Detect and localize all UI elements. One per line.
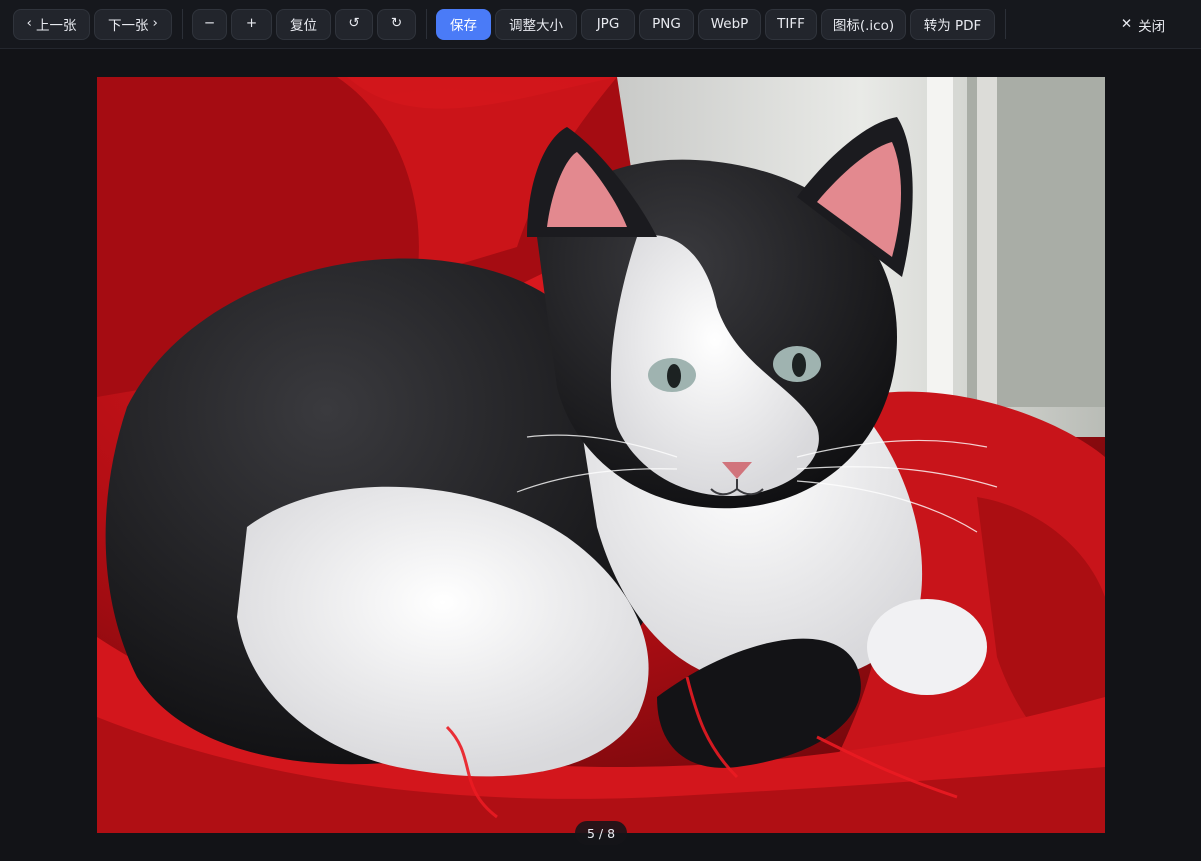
save-label: 保存 [450, 18, 477, 34]
resize-label: 调整大小 [509, 18, 563, 34]
toolbar-divider [1005, 9, 1006, 39]
cat-photo-illustration [97, 77, 1105, 833]
rotate-left-button[interactable]: ↺ [335, 8, 373, 40]
image-viewer-stage: 5 / 8 [0, 50, 1201, 861]
convert-jpg-button[interactable]: JPG [581, 8, 635, 40]
convert-tiff-label: TIFF [777, 16, 805, 32]
plus-icon: + [245, 15, 258, 32]
rotate-right-button[interactable]: ↻ [377, 8, 416, 40]
toolbar: ‹ 上一张 下一张 › − + 复位 ↺ ↻ 保存 调整大小 JPG PNG W… [0, 0, 1201, 49]
zoom-out-button[interactable]: − [192, 8, 227, 40]
close-icon: ✕ [1120, 15, 1133, 32]
rotate-right-icon: ↻ [390, 15, 403, 32]
zoom-in-button[interactable]: + [231, 8, 272, 40]
close-label: 关闭 [1138, 18, 1166, 35]
convert-webp-button[interactable]: WebP [698, 8, 761, 40]
minus-icon: − [203, 15, 216, 32]
chevron-left-icon: ‹ [26, 15, 32, 32]
save-button[interactable]: 保存 [436, 8, 491, 40]
convert-webp-label: WebP [710, 16, 749, 32]
chevron-right-icon: › [152, 15, 158, 32]
next-image-label: 下一张 [108, 18, 149, 34]
reset-label: 复位 [290, 18, 317, 34]
convert-pdf-button[interactable]: 转为 PDF [910, 8, 995, 40]
close-button[interactable]: ✕ 关闭 [1110, 9, 1176, 40]
next-image-button[interactable]: 下一张 › [94, 8, 172, 40]
convert-ico-label: 图标(.ico) [832, 18, 895, 34]
resize-button[interactable]: 调整大小 [495, 8, 577, 40]
convert-jpg-label: JPG [596, 16, 620, 32]
toolbar-divider [426, 9, 427, 39]
convert-png-button[interactable]: PNG [639, 8, 694, 40]
prev-image-button[interactable]: ‹ 上一张 [13, 8, 90, 40]
convert-pdf-label: 转为 PDF [923, 18, 982, 34]
convert-png-label: PNG [652, 16, 681, 32]
toolbar-divider [182, 9, 183, 39]
rotate-left-icon: ↺ [348, 15, 360, 32]
image-counter: 5 / 8 [575, 821, 627, 845]
convert-tiff-button[interactable]: TIFF [765, 8, 817, 40]
prev-image-label: 上一张 [35, 18, 77, 34]
convert-ico-button[interactable]: 图标(.ico) [821, 8, 906, 40]
reset-button[interactable]: 复位 [276, 8, 331, 40]
preview-image[interactable] [97, 77, 1105, 833]
